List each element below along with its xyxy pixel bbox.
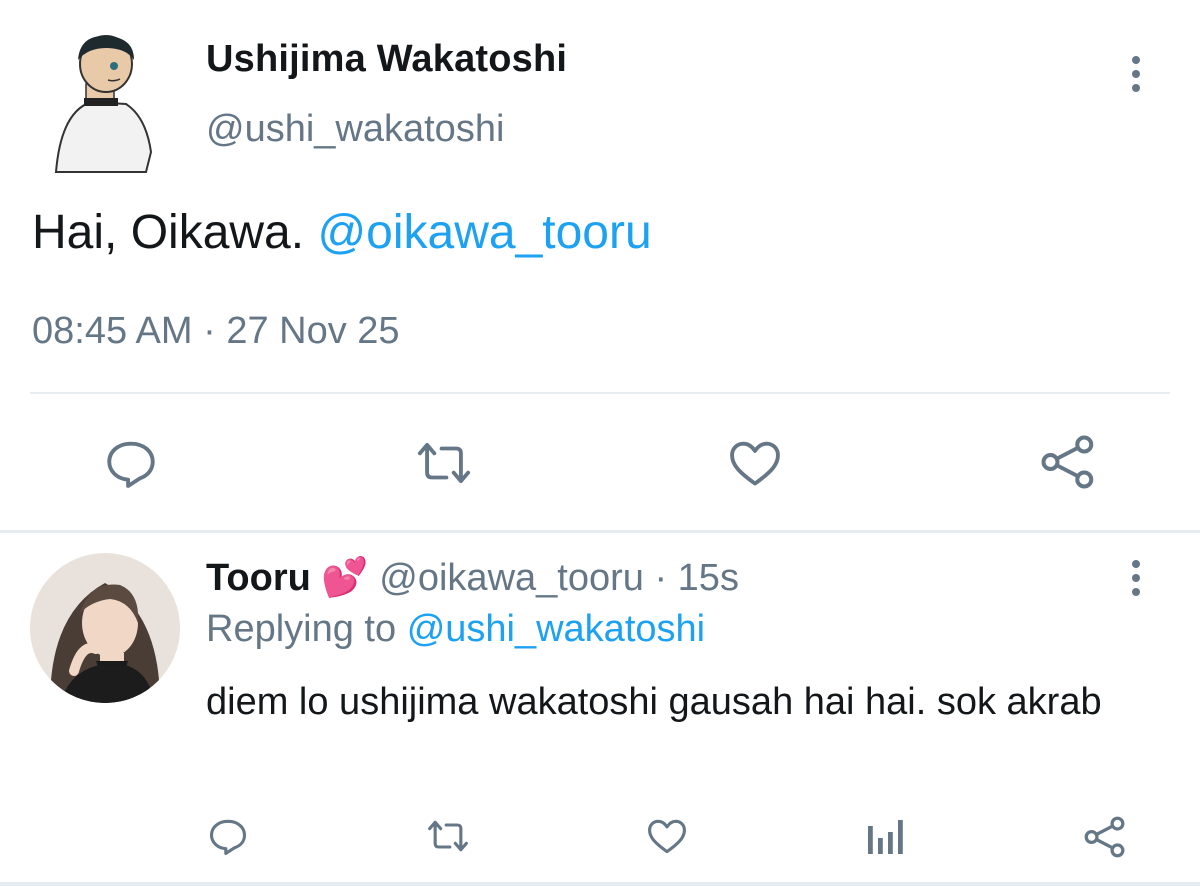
bottom-divider (0, 882, 1200, 886)
retweet-icon[interactable] (412, 434, 476, 492)
tweet-timestamp: 08:45 AM · 27 Nov 25 (32, 310, 400, 353)
reply-action-retweet-icon[interactable] (424, 814, 472, 858)
like-icon[interactable] (724, 434, 786, 492)
tweet-body: Hai, Oikawa. (32, 206, 305, 259)
reply-icon[interactable] (102, 434, 160, 492)
reply-avatar[interactable] (30, 553, 180, 703)
tweet-date: 27 Nov 25 (226, 310, 400, 352)
reply-text: diem lo ushijima wakatoshi gausah hai ha… (206, 681, 1102, 723)
reply-display-name[interactable]: Tooru (206, 557, 311, 599)
author-display-name[interactable]: Ushijima Wakatoshi (206, 38, 567, 81)
share-icon[interactable] (1038, 432, 1098, 492)
tweet-divider (30, 392, 1170, 394)
tweet-time-separator: · (203, 310, 216, 352)
reply-action-like-icon[interactable] (644, 814, 690, 858)
reply-action-share-icon[interactable] (1082, 814, 1128, 860)
reply-age: 15s (677, 557, 739, 599)
replying-to-handle[interactable]: @ushi_wakatoshi (407, 608, 705, 650)
reply-action-reply-icon[interactable] (206, 814, 250, 858)
author-handle[interactable]: @ushi_wakatoshi (206, 108, 504, 151)
reply-handle[interactable]: @oikawa_tooru (379, 557, 644, 599)
replying-to-label: Replying to (206, 608, 397, 650)
reply-more-options-icon[interactable] (1124, 558, 1148, 598)
author-avatar[interactable] (46, 32, 156, 177)
reply-action-analytics-icon[interactable] (866, 816, 906, 856)
replying-to: Replying to @ushi_wakatoshi (206, 608, 705, 651)
thread-divider (0, 530, 1200, 533)
tweet-time: 08:45 AM (32, 310, 193, 352)
reply-header: Tooru 💕 @oikawa_tooru · 15s (206, 556, 739, 600)
tweet-text: Hai, Oikawa. @oikawa_tooru (32, 205, 652, 260)
tweet-mention-link[interactable]: @oikawa_tooru (317, 206, 651, 259)
reply-separator: · (654, 557, 668, 599)
more-options-icon[interactable] (1124, 54, 1148, 94)
reply-emoji: 💕 (321, 557, 369, 599)
